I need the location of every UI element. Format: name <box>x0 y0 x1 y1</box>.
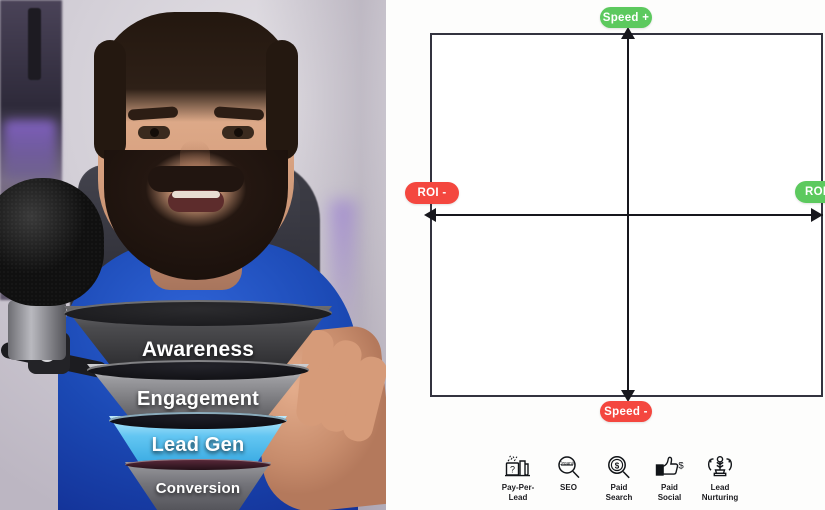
funnel-tier-lead-gen-label: Lead Gen <box>151 434 245 456</box>
webcam-video-panel[interactable]: Awareness Engagement Lead Gen Conversion <box>0 0 386 510</box>
caption-line-2: Search <box>605 493 633 502</box>
channel-caption-seo: SEO <box>560 483 577 493</box>
axis-arrow-left-icon <box>424 208 436 222</box>
axis-arrow-right-icon <box>811 208 823 222</box>
svg-text:?: ? <box>510 465 515 475</box>
caption-line-2: Lead <box>508 493 528 502</box>
funnel-tier-awareness-label: Awareness <box>141 338 255 361</box>
channel-caption-pay-per-lead: Pay-Per- Lead <box>502 483 534 503</box>
presenter-teeth <box>172 191 220 198</box>
channel-caption-paid-search: Paid Search <box>606 483 633 503</box>
caption-line-2: Nurturing <box>701 493 739 502</box>
svg-text:Organic: Organic <box>558 460 575 465</box>
channel-caption-lead-nurturing: Lead Nurturing <box>702 483 738 503</box>
presentation-slide: Speed + Speed - ROI - ROI ? Pay-Per- Lea… <box>386 0 825 510</box>
channel-item-lead-nurturing[interactable]: Lead Nurturing <box>696 453 744 503</box>
pay-per-lead-icon: ? <box>503 453 533 481</box>
funnel-tier-engagement-label: Engagement <box>136 388 260 410</box>
channel-item-paid-search[interactable]: $ Paid Search <box>595 453 643 503</box>
axis-label-speed-minus: Speed - <box>600 401 652 422</box>
caption-line-1: SEO <box>560 483 577 492</box>
presenter-hair-right <box>266 40 298 160</box>
magnifier-dollar-icon: $ <box>604 453 634 481</box>
axis-label-roi-plus: ROI <box>795 181 825 203</box>
channel-item-seo[interactable]: Organic SEO <box>545 453 593 493</box>
svg-text:$: $ <box>615 461 620 470</box>
channel-item-paid-social[interactable]: $ Paid Social <box>646 453 694 503</box>
lead-nurturing-icon <box>705 453 735 481</box>
caption-line-1: Pay-Per- <box>501 483 535 492</box>
caption-line-2: Social <box>657 493 682 502</box>
wall-mounted-bar <box>28 8 41 80</box>
channel-item-pay-per-lead[interactable]: ? Pay-Per- Lead <box>494 453 542 503</box>
presenter-mustache <box>148 166 244 192</box>
funnel-tier-conversion-rim <box>125 459 271 470</box>
axis-label-speed-plus: Speed + <box>600 7 652 28</box>
channel-caption-paid-social: Paid Social <box>658 483 682 503</box>
thumbs-up-dollar-icon: $ <box>655 453 685 481</box>
purple-accent-light <box>4 120 56 180</box>
funnel-tier-engagement-rim <box>87 360 309 380</box>
caption-line-1: Paid <box>661 483 678 492</box>
funnel-tier-conversion-label: Conversion <box>155 480 241 497</box>
screen: Awareness Engagement Lead Gen Conversion… <box>0 0 825 510</box>
svg-text:$: $ <box>678 461 684 472</box>
caption-line-1: Lead <box>710 483 730 492</box>
channel-icon-strip: ? Pay-Per- Lead Organic SEO $ Paid Searc… <box>494 453 744 510</box>
caption-line-1: Paid <box>610 483 628 492</box>
funnel-tier-lead-gen-rim <box>109 412 287 429</box>
funnel-tier-awareness-rim <box>64 300 332 326</box>
presenter-hair-left <box>94 40 126 160</box>
axis-arrow-up-icon <box>621 27 635 39</box>
presenter-pupil-left <box>150 128 159 137</box>
axis-label-roi-minus: ROI - <box>405 182 459 204</box>
horizontal-axis-roi <box>430 214 823 216</box>
presenter-pupil-right <box>234 128 243 137</box>
marketing-funnel-graphic: Awareness Engagement Lead Gen Conversion <box>57 300 339 510</box>
magnifier-seo-icon: Organic <box>554 453 584 481</box>
